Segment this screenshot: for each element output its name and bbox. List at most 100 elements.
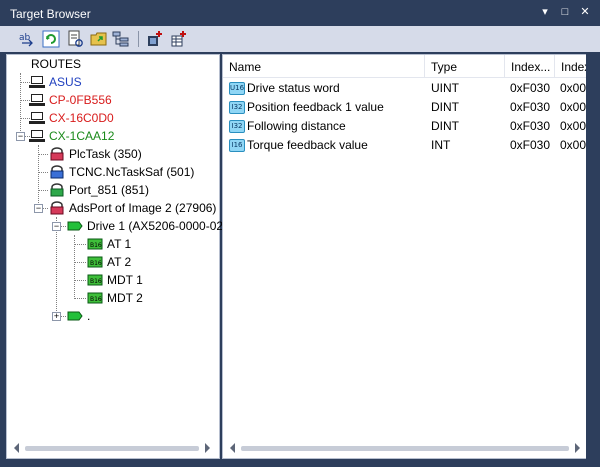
tree-connector (56, 217, 57, 317)
computer-icon (29, 130, 45, 142)
scroll-left-icon[interactable] (14, 443, 19, 453)
ads-port-green-icon (50, 183, 64, 197)
computer-icon (29, 76, 45, 88)
table-header: Name Type Index... Index (223, 55, 587, 78)
svg-text:B16: B16 (90, 260, 102, 267)
cell-index-group: 0xF030 (510, 119, 551, 133)
maximize-icon[interactable]: □ (558, 5, 572, 19)
tree-root-label: ROUTES (31, 57, 82, 71)
tree-root[interactable]: ROUTES (31, 55, 81, 73)
tree-connector (74, 244, 86, 245)
tree-view-icon[interactable] (112, 30, 130, 48)
route-tree-pane[interactable]: − − − + ROUTES ASUS CP-0FB556 CX-16C0D0 … (6, 54, 223, 459)
datatype-icon: I16 (229, 139, 245, 153)
datatype-icon: U16 (229, 82, 245, 96)
cell-index-group: 0xF030 (510, 100, 551, 114)
drive-icon (67, 221, 83, 231)
tree-item-label: Drive 1 (AX5206-0000-02 (87, 219, 224, 233)
cell-name: I32 Following distance (229, 117, 423, 136)
find-icon[interactable]: ab (18, 30, 36, 48)
cell-name: U16 Drive status word (229, 79, 423, 98)
scroll-right-icon[interactable] (205, 443, 210, 453)
cell-index-group: 0xF030 (510, 138, 551, 152)
tree-item-label: . (87, 309, 91, 323)
toolbar-separator (138, 31, 139, 47)
tree-item-label: AT 1 (107, 237, 132, 251)
window-title: Target Browser (10, 7, 91, 21)
tree-item-label: MDT 1 (107, 273, 143, 287)
title-bar: Target Browser ▾ □ ✕ (0, 0, 600, 26)
cell-name: I16 Torque feedback value (229, 136, 423, 155)
tree-connector (38, 190, 48, 191)
horizontal-scrollbar[interactable] (11, 442, 213, 454)
cell-type: DINT (431, 119, 459, 133)
tree-item-label: ASUS (49, 75, 82, 89)
tree-item-variable[interactable]: B16 MDT 2 (87, 289, 143, 307)
expand-toggle[interactable]: + (52, 312, 61, 321)
collapse-toggle[interactable]: − (16, 132, 25, 141)
column-header-index-offset[interactable]: Index (555, 55, 587, 77)
collapse-toggle[interactable]: − (34, 204, 43, 213)
add-route-table-icon[interactable] (170, 30, 188, 48)
close-icon[interactable]: ✕ (578, 5, 592, 19)
column-header-index-group[interactable]: Index... (505, 55, 555, 77)
scroll-left-icon[interactable] (230, 443, 235, 453)
table-row[interactable]: I32 Position feedback 1 value DINT 0xF030… (223, 98, 587, 117)
tree-connector (38, 154, 48, 155)
tree-item-variable[interactable]: B16 AT 1 (87, 235, 131, 253)
add-route-icon[interactable] (146, 30, 164, 48)
tree-item-port[interactable]: Port_851 (851) (49, 181, 149, 199)
variable-name: Following distance (247, 119, 346, 133)
tree-item-route[interactable]: ASUS (29, 73, 82, 91)
variable-name: Torque feedback value (247, 138, 368, 152)
scrollbar-thumb[interactable] (241, 446, 569, 451)
tree-item-variable[interactable]: B16 AT 2 (87, 253, 131, 271)
tree-item-port[interactable]: PlcTask (350) (49, 145, 142, 163)
window-controls: ▾ □ ✕ (538, 5, 592, 19)
cell-index-offset: 0x004 (560, 119, 587, 133)
tree-item-route[interactable]: CX-16C0D0 (29, 109, 114, 127)
tree-item-label: MDT 2 (107, 291, 143, 305)
table-row[interactable]: I16 Torque feedback value INT 0xF030 0x00… (223, 136, 587, 155)
variable-list-pane[interactable]: Name Type Index... Index U16Drive status… (222, 54, 588, 459)
column-header-name[interactable]: Name (223, 55, 425, 77)
svg-text:B16: B16 (90, 242, 102, 249)
tree-item-route[interactable]: CX-1CAA12 (29, 127, 114, 145)
open-folder-icon[interactable] (90, 30, 108, 48)
tree-item-label: AdsPort of Image 2 (27906) (69, 201, 217, 215)
ads-port-blue-icon (50, 165, 64, 179)
tree-item-variable[interactable]: B16 MDT 1 (87, 271, 143, 289)
tree-item-label: CP-0FB556 (49, 93, 112, 107)
tree-item-drive[interactable]: . (67, 307, 90, 325)
refresh-icon[interactable] (42, 30, 60, 48)
bit16-icon: B16 (87, 292, 103, 304)
horizontal-scrollbar[interactable] (227, 442, 583, 454)
tree-connector (74, 280, 86, 281)
table-row[interactable]: U16Drive status word UINT 0xF030 0x004 (223, 79, 587, 98)
scroll-right-icon[interactable] (575, 443, 580, 453)
bit16-icon: B16 (87, 238, 103, 250)
variable-name: Drive status word (247, 81, 340, 95)
tree-item-port[interactable]: AdsPort of Image 2 (27906) (49, 199, 216, 217)
tree-item-route[interactable]: CP-0FB556 (29, 91, 112, 109)
tree-item-label: TCNC.NcTaskSaf (501) (69, 165, 195, 179)
scrollbar-thumb[interactable] (25, 446, 199, 451)
dropdown-icon[interactable]: ▾ (538, 5, 552, 19)
tree-item-label: CX-16C0D0 (49, 111, 114, 125)
window-edge (586, 54, 600, 459)
tree-connector (74, 298, 86, 299)
datatype-icon: I32 (229, 120, 245, 134)
column-header-type[interactable]: Type (425, 55, 505, 77)
tree-item-port[interactable]: TCNC.NcTaskSaf (501) (49, 163, 194, 181)
cell-index-offset: 0x005 (560, 138, 587, 152)
svg-text:ab: ab (19, 33, 31, 43)
properties-icon[interactable] (66, 30, 84, 48)
cell-name: I32 Position feedback 1 value (229, 98, 423, 117)
collapse-toggle[interactable]: − (52, 222, 61, 231)
datatype-icon: I32 (229, 101, 245, 115)
table-row[interactable]: I32Following distance DINT 0xF030 0x004 (223, 117, 587, 136)
computer-icon (29, 112, 45, 124)
tree-connector (74, 262, 86, 263)
tree-item-drive[interactable]: Drive 1 (AX5206-0000-02 (67, 217, 223, 235)
tree-item-label: AT 2 (107, 255, 132, 269)
